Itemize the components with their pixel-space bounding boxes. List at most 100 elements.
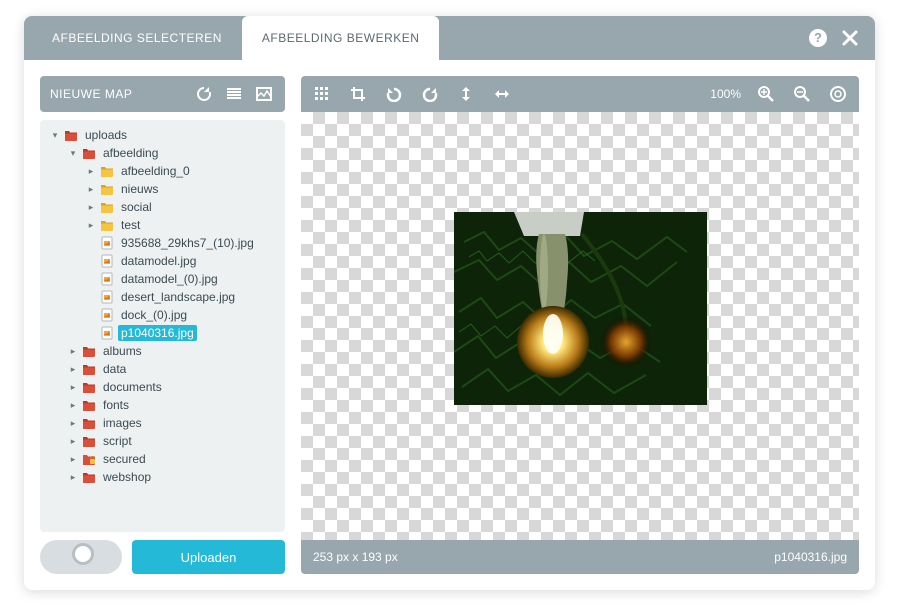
tree-node-label: datamodel.jpg <box>118 253 199 269</box>
tree-node-label: webshop <box>100 469 154 485</box>
chevron-right-icon[interactable]: ▸ <box>68 382 78 393</box>
crop-icon[interactable] <box>347 83 369 105</box>
list-icon[interactable] <box>223 83 245 105</box>
chevron-right-icon[interactable]: ▸ <box>68 400 78 411</box>
filename-label: p1040316.jpg <box>774 550 847 564</box>
tree-node[interactable]: ▸ afbeelding_0 <box>44 162 281 180</box>
upload-button[interactable]: Uploaden <box>132 540 285 574</box>
editor-toolbar: 100% <box>301 76 859 112</box>
tree-node[interactable]: ▸ webshop <box>44 468 281 486</box>
zoom-out-icon[interactable] <box>791 83 813 105</box>
tree-node[interactable]: datamodel_(0).jpg <box>44 270 281 288</box>
tree-node-label: 935688_29khs7_(10).jpg <box>118 235 257 251</box>
tree-node[interactable]: ▸ social <box>44 198 281 216</box>
tab-0[interactable]: AFBEELDING SELECTEREN <box>32 16 242 60</box>
tree-node-label: script <box>100 433 135 449</box>
main-panel: 100% <box>301 76 859 574</box>
tree-node-label: data <box>100 361 129 377</box>
tree-node[interactable]: ▸test <box>44 216 281 234</box>
tree-node-label: fonts <box>100 397 132 413</box>
tree-node-label: desert_landscape.jpg <box>118 289 238 305</box>
flip-horizontal-icon[interactable] <box>491 83 513 105</box>
header-actions: ? <box>807 27 875 49</box>
tree-node-label: dock_(0).jpg <box>118 307 190 323</box>
tab-1[interactable]: AFBEELDING BEWERKEN <box>242 16 440 60</box>
tree-node-label: social <box>118 199 155 215</box>
redo-icon[interactable] <box>419 83 441 105</box>
tree-node[interactable]: p1040316.jpg <box>44 324 281 342</box>
tree-node[interactable]: ▸albums <box>44 342 281 360</box>
image-preview <box>454 212 707 405</box>
help-icon[interactable]: ? <box>807 27 829 49</box>
undo-icon[interactable] <box>383 83 405 105</box>
tree-node[interactable]: ▸ fonts <box>44 396 281 414</box>
folder-red-icon <box>82 416 96 430</box>
folder-yellow-icon <box>100 164 114 178</box>
folder-red-icon <box>82 398 96 412</box>
chevron-right-icon[interactable]: ▸ <box>68 454 78 465</box>
tree-node[interactable]: ▾ uploads <box>44 126 281 144</box>
chevron-right-icon[interactable]: ▸ <box>68 436 78 447</box>
tree-node[interactable]: ▸images <box>44 414 281 432</box>
dimensions-label: 253 px x 193 px <box>313 550 398 564</box>
tree-node-label: afbeelding <box>100 145 161 161</box>
status-bar: 253 px x 193 px p1040316.jpg <box>301 540 859 574</box>
chevron-right-icon[interactable]: ▸ <box>86 166 96 177</box>
tree-node-label: nieuws <box>118 181 161 197</box>
grid-icon[interactable] <box>311 83 333 105</box>
flip-vertical-icon[interactable] <box>455 83 477 105</box>
chevron-right-icon[interactable]: ▸ <box>86 184 96 195</box>
chevron-down-icon[interactable]: ▾ <box>50 130 60 141</box>
tree-node-label: uploads <box>82 127 130 143</box>
chevron-right-icon[interactable]: ▸ <box>68 364 78 375</box>
chevron-right-icon[interactable]: ▸ <box>68 346 78 357</box>
chevron-right-icon[interactable]: ▸ <box>68 418 78 429</box>
folder-red-icon <box>82 380 96 394</box>
chevron-right-icon[interactable]: ▸ <box>86 202 96 213</box>
close-icon[interactable] <box>839 27 861 49</box>
tree-node[interactable]: desert_landscape.jpg <box>44 288 281 306</box>
folder-red-icon <box>64 128 78 142</box>
tree-node[interactable]: ▸ documents <box>44 378 281 396</box>
zoom-fit-icon[interactable] <box>827 83 849 105</box>
image-icon[interactable] <box>253 83 275 105</box>
tree-node-label: datamodel_(0).jpg <box>118 271 221 287</box>
folder-red-icon <box>82 344 96 358</box>
sidebar-bottom: Uploaden <box>40 540 285 574</box>
tabs: AFBEELDING SELECTERENAFBEELDING BEWERKEN <box>24 16 439 60</box>
toggle-switch[interactable] <box>40 540 122 574</box>
chevron-right-icon[interactable]: ▸ <box>68 472 78 483</box>
sidebar: NIEUWE MAP ▾ uploads ▾ afbeelding ▸ afbeeldin… <box>40 76 285 574</box>
file-icon <box>100 308 114 322</box>
tree-node[interactable]: ▾ afbeelding <box>44 144 281 162</box>
tree-node[interactable]: ▸ script <box>44 432 281 450</box>
zoom-label: 100% <box>710 87 741 101</box>
folder-red-icon <box>82 362 96 376</box>
tree-node-label: p1040316.jpg <box>118 325 197 341</box>
folder-yellow-icon <box>100 182 114 196</box>
tree-node[interactable]: 935688_29khs7_(10).jpg <box>44 234 281 252</box>
tree-node[interactable]: ▸ data <box>44 360 281 378</box>
tree-node-label: documents <box>100 379 165 395</box>
folder-red-icon <box>82 470 96 484</box>
chevron-right-icon[interactable]: ▸ <box>86 220 96 231</box>
refresh-icon[interactable] <box>193 83 215 105</box>
file-icon <box>100 326 114 340</box>
tree-node[interactable]: dock_(0).jpg <box>44 306 281 324</box>
file-icon <box>100 290 114 304</box>
tree-node-label: afbeelding_0 <box>118 163 193 179</box>
new-folder-label[interactable]: NIEUWE MAP <box>50 87 132 101</box>
image-canvas[interactable] <box>301 112 859 540</box>
folder-tree[interactable]: ▾uploads▾afbeelding▸afbeelding_0▸nieuws▸… <box>40 120 285 532</box>
file-icon <box>100 236 114 250</box>
chevron-down-icon[interactable]: ▾ <box>68 148 78 159</box>
zoom-in-icon[interactable] <box>755 83 777 105</box>
tree-node[interactable]: datamodel.jpg <box>44 252 281 270</box>
app-window: AFBEELDING SELECTERENAFBEELDING BEWERKEN… <box>24 16 875 590</box>
body: NIEUWE MAP ▾ uploads ▾ afbeelding ▸ afbeeldin… <box>24 60 875 590</box>
tree-node[interactable]: ▸ secured <box>44 450 281 468</box>
svg-text:?: ? <box>814 30 822 45</box>
folder-yellow-icon <box>100 200 114 214</box>
tree-node-label: secured <box>100 451 149 467</box>
tree-node[interactable]: ▸ nieuws <box>44 180 281 198</box>
